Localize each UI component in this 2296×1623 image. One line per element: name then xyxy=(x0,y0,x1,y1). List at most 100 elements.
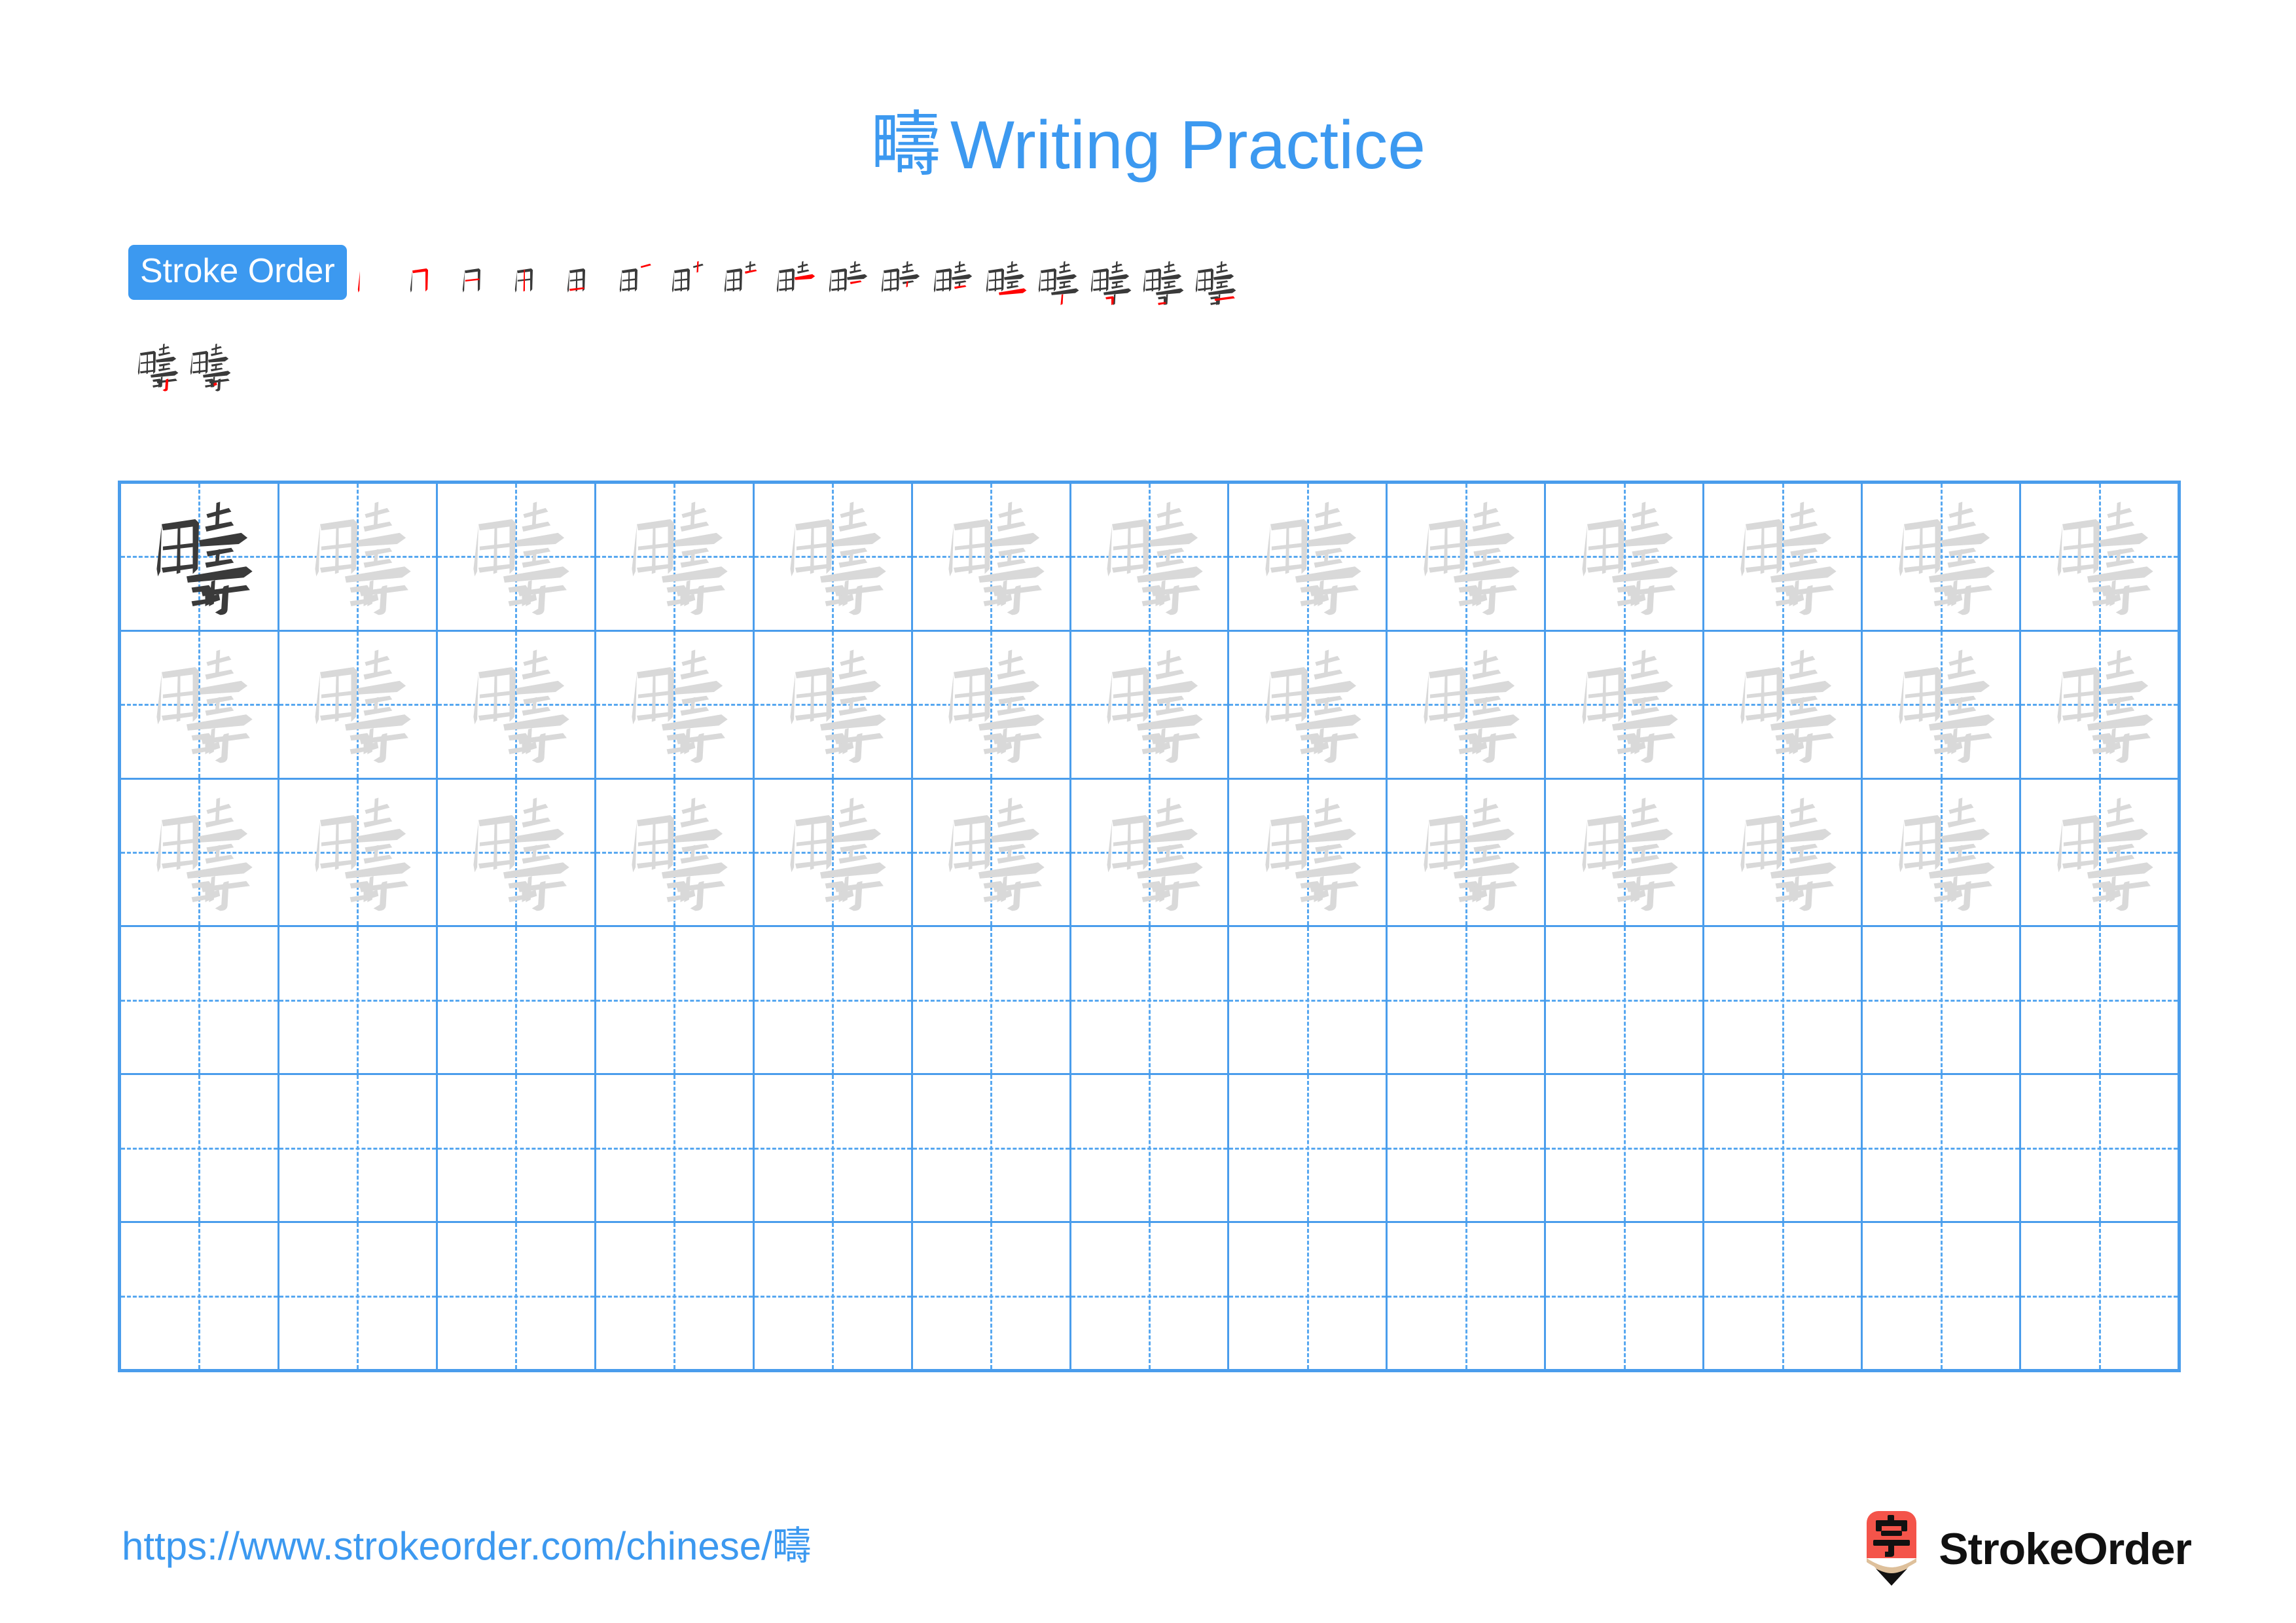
practice-cell[interactable] xyxy=(121,927,279,1074)
practice-cell[interactable] xyxy=(1071,779,1230,926)
practice-row xyxy=(121,484,2178,632)
practice-cell[interactable] xyxy=(596,631,755,778)
practice-cell[interactable] xyxy=(279,779,438,926)
pencil-logo-icon xyxy=(1861,1511,1922,1587)
practice-cell[interactable] xyxy=(1704,1075,1863,1222)
practice-cell[interactable] xyxy=(1863,927,2022,1074)
trace-character xyxy=(1071,632,1228,778)
practice-cell[interactable] xyxy=(913,1075,1071,1222)
practice-cell[interactable] xyxy=(1863,779,2022,926)
stroke-step-6 xyxy=(611,250,664,318)
practice-cell[interactable] xyxy=(1071,1075,1230,1222)
practice-cell[interactable] xyxy=(1704,1223,1863,1369)
trace-character xyxy=(1863,484,2019,630)
practice-cell[interactable] xyxy=(438,779,596,926)
practice-cell[interactable] xyxy=(438,484,596,630)
practice-cell[interactable] xyxy=(755,927,913,1074)
practice-cell[interactable] xyxy=(279,484,438,630)
practice-cell[interactable] xyxy=(121,1223,279,1369)
stroke-order-row-2 xyxy=(130,333,2223,401)
practice-cell[interactable] xyxy=(1388,779,1547,926)
practice-cell[interactable] xyxy=(596,1075,755,1222)
practice-cell[interactable] xyxy=(755,1223,913,1369)
practice-cell[interactable] xyxy=(1388,927,1547,1074)
practice-cell[interactable] xyxy=(121,631,279,778)
trace-character xyxy=(1071,780,1228,926)
stroke-step-15 xyxy=(1083,250,1135,318)
practice-cell[interactable] xyxy=(2021,632,2178,778)
practice-cell[interactable] xyxy=(121,779,279,926)
practice-cell[interactable] xyxy=(1863,631,2022,778)
practice-cell[interactable] xyxy=(913,779,1071,926)
practice-cell[interactable] xyxy=(279,1075,438,1222)
practice-cell[interactable] xyxy=(596,484,755,630)
practice-cell[interactable] xyxy=(2021,780,2178,926)
practice-cell[interactable] xyxy=(1704,927,1863,1074)
practice-cell[interactable] xyxy=(1229,1075,1388,1222)
practice-cell[interactable] xyxy=(1863,484,2022,630)
practice-cell[interactable] xyxy=(2021,1075,2178,1221)
practice-cell[interactable] xyxy=(1071,927,1230,1074)
practice-cell[interactable] xyxy=(279,631,438,778)
practice-cell[interactable] xyxy=(1863,1075,2022,1222)
practice-cell[interactable] xyxy=(1229,1223,1388,1369)
practice-cell[interactable] xyxy=(1546,1223,1705,1369)
practice-cell[interactable] xyxy=(755,631,913,778)
practice-cell[interactable] xyxy=(1071,1223,1230,1369)
practice-cell[interactable] xyxy=(2021,484,2178,630)
trace-character xyxy=(913,632,1069,778)
practice-cell[interactable] xyxy=(438,631,596,778)
trace-character xyxy=(438,632,594,778)
practice-cell[interactable] xyxy=(279,1223,438,1369)
practice-cell[interactable] xyxy=(1071,484,1230,630)
practice-cell[interactable] xyxy=(1704,631,1863,778)
stroke-step-7 xyxy=(664,250,716,318)
practice-cell[interactable] xyxy=(121,1075,279,1222)
practice-cell[interactable] xyxy=(438,1223,596,1369)
practice-cell[interactable] xyxy=(596,1223,755,1369)
stroke-step-5 xyxy=(559,250,611,318)
stroke-step-19 xyxy=(182,333,234,401)
practice-cell[interactable] xyxy=(2021,927,2178,1073)
practice-cell[interactable] xyxy=(755,1075,913,1222)
practice-cell[interactable] xyxy=(1388,1223,1547,1369)
brand-logo-group[interactable]: StrokeOrder xyxy=(1861,1511,2192,1587)
practice-cell[interactable] xyxy=(596,779,755,926)
practice-cell[interactable] xyxy=(1863,1223,2022,1369)
trace-character xyxy=(1229,780,1386,926)
practice-cell[interactable] xyxy=(279,927,438,1074)
practice-cell[interactable] xyxy=(1071,631,1230,778)
practice-cell[interactable] xyxy=(1704,484,1863,630)
practice-cell[interactable] xyxy=(913,631,1071,778)
stroke-order-section: Stroke Order xyxy=(128,245,2223,401)
practice-cell[interactable] xyxy=(596,927,755,1074)
practice-cell[interactable] xyxy=(913,927,1071,1074)
practice-cell[interactable] xyxy=(1229,779,1388,926)
footer-url[interactable]: https://www.strokeorder.com/chinese/疇 xyxy=(122,1527,812,1567)
practice-cell[interactable] xyxy=(1546,1075,1705,1222)
practice-cell[interactable] xyxy=(2021,1223,2178,1369)
practice-cell[interactable] xyxy=(1704,779,1863,926)
practice-cell[interactable] xyxy=(1229,484,1388,630)
practice-row xyxy=(121,1223,2178,1369)
trace-character xyxy=(1388,484,1544,630)
practice-cell[interactable] xyxy=(1388,631,1547,778)
practice-cell[interactable] xyxy=(1388,1075,1547,1222)
practice-cell[interactable] xyxy=(913,484,1071,630)
practice-cell[interactable] xyxy=(1546,779,1705,926)
practice-cell[interactable] xyxy=(121,484,279,630)
practice-cell[interactable] xyxy=(1546,631,1705,778)
practice-cell[interactable] xyxy=(1229,927,1388,1074)
trace-character xyxy=(1388,632,1544,778)
practice-cell[interactable] xyxy=(913,1223,1071,1369)
practice-cell[interactable] xyxy=(755,484,913,630)
practice-cell[interactable] xyxy=(1388,484,1547,630)
practice-cell[interactable] xyxy=(438,927,596,1074)
practice-cell[interactable] xyxy=(438,1075,596,1222)
practice-cell[interactable] xyxy=(1546,484,1705,630)
practice-cell[interactable] xyxy=(1546,927,1705,1074)
practice-cell[interactable] xyxy=(755,779,913,926)
stroke-step-17 xyxy=(1187,250,1240,318)
practice-cell[interactable] xyxy=(1229,631,1388,778)
stroke-step-1 xyxy=(350,250,402,318)
